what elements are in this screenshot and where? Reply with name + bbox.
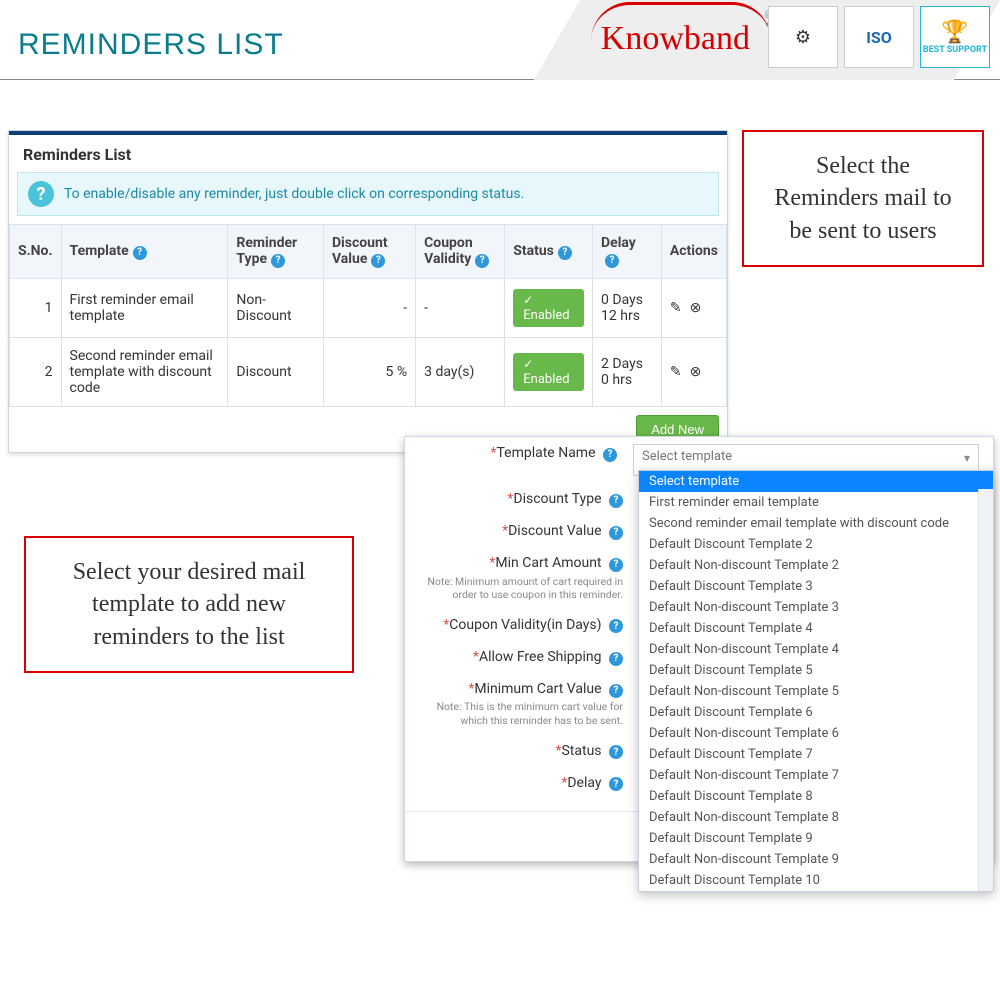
discount-type-label: Discount Type — [513, 491, 601, 507]
dropdown-option[interactable]: Default Discount Template 6 — [639, 702, 993, 723]
scroll-down-icon[interactable]: ▾ — [981, 879, 991, 889]
dropdown-option[interactable]: Default Non-discount Template 9 — [639, 849, 993, 870]
page-title: REMINDERS LIST — [18, 28, 284, 62]
free-shipping-label: Allow Free Shipping — [479, 649, 602, 665]
status-badge[interactable]: Enabled — [513, 289, 584, 327]
help-icon[interactable]: ? — [609, 745, 623, 759]
dropdown-option[interactable]: Second reminder email template with disc… — [639, 513, 993, 534]
help-icon[interactable]: ? — [609, 684, 623, 698]
col-cvalid: Coupon Validity? — [416, 225, 505, 279]
header-badges: ⚙ ISO 🏆 BEST SUPPORT — [768, 6, 990, 68]
status-cell[interactable]: Enabled — [505, 278, 593, 337]
status-cell[interactable]: Enabled — [505, 337, 593, 406]
help-icon[interactable]: ? — [603, 448, 617, 462]
help-icon[interactable]: ? — [271, 254, 285, 268]
support-badge: 🏆 BEST SUPPORT — [920, 6, 990, 68]
info-text: To enable/disable any reminder, just dou… — [64, 186, 524, 202]
dropdown-option[interactable]: Default Non-discount Template 6 — [639, 723, 993, 744]
callout-select-template: Select your desired mail template to add… — [24, 536, 354, 673]
info-bar: ? To enable/disable any reminder, just d… — [17, 172, 719, 216]
dropdown-option[interactable]: Default Discount Template 8 — [639, 786, 993, 807]
actions-cell: ✎ ⊗ — [661, 278, 726, 337]
dropdown-option[interactable]: Default Discount Template 4 — [639, 618, 993, 639]
iso-badge-2: ISO — [844, 6, 914, 68]
brand-logo: Knowband 🛒 — [601, 20, 750, 58]
help-icon[interactable]: ? — [609, 777, 623, 791]
dropdown-option[interactable]: Default Discount Template 9 — [639, 828, 993, 849]
min-cart-label: Min Cart Amount — [495, 555, 601, 571]
scrollbar-thumb[interactable] — [981, 491, 991, 519]
status-label: Status — [561, 743, 601, 759]
dropdown-option[interactable]: Default Non-discount Template 4 — [639, 639, 993, 660]
help-icon[interactable]: ? — [605, 254, 619, 268]
dropdown-option[interactable]: Default Non-discount Template 2 — [639, 555, 993, 576]
dropdown-option[interactable]: Default Discount Template 2 — [639, 534, 993, 555]
delay-label: Delay — [567, 775, 601, 791]
dropdown-option[interactable]: Default Non-discount Template 8 — [639, 807, 993, 828]
col-delay: Delay? — [593, 225, 662, 279]
col-status: Status? — [505, 225, 593, 279]
delete-icon[interactable]: ⊗ — [690, 364, 702, 380]
min-cart-value-label: Minimum Cart Value — [474, 681, 601, 697]
reminders-table: S.No. Template? Reminder Type? Discount … — [9, 224, 727, 407]
help-icon[interactable]: ? — [558, 246, 572, 260]
dropdown-option[interactable]: Default Discount Template 10 — [639, 870, 993, 891]
min-cart-note: Note: Minimum amount of cart required in… — [419, 575, 623, 602]
help-icon[interactable]: ? — [371, 254, 385, 268]
delete-icon[interactable]: ⊗ — [690, 300, 702, 316]
dropdown-option[interactable]: Select template — [639, 471, 993, 492]
panel-title: Reminders List — [9, 135, 727, 172]
dropdown-option[interactable]: Default Non-discount Template 7 — [639, 765, 993, 786]
status-badge[interactable]: Enabled — [513, 353, 584, 391]
brand-text: Knowband — [601, 20, 750, 57]
help-icon[interactable]: ? — [475, 254, 489, 268]
template-dropdown[interactable]: Select templateFirst reminder email temp… — [638, 470, 994, 892]
dropdown-option[interactable]: Default Non-discount Template 3 — [639, 597, 993, 618]
dropdown-option[interactable]: Default Discount Template 3 — [639, 576, 993, 597]
col-actions: Actions — [661, 225, 726, 279]
help-icon[interactable]: ? — [609, 652, 623, 666]
actions-cell: ✎ ⊗ — [661, 337, 726, 406]
dropdown-option[interactable]: Default Non-discount Template 5 — [639, 681, 993, 702]
help-icon[interactable]: ? — [609, 494, 623, 508]
callout-select-reminders: Select the Reminders mail to be sent to … — [742, 130, 984, 267]
dropdown-option[interactable]: Default Discount Template 5 — [639, 660, 993, 681]
table-row: 1 First reminder email template Non-Disc… — [10, 278, 727, 337]
info-icon: ? — [28, 181, 54, 207]
template-name-label: Template Name — [496, 445, 595, 461]
discount-value-label: Discount Value — [508, 523, 601, 539]
reminders-list-panel: Reminders List ? To enable/disable any r… — [8, 130, 728, 453]
dropdown-option[interactable]: First reminder email template — [639, 492, 993, 513]
table-header-row: S.No. Template? Reminder Type? Discount … — [10, 225, 727, 279]
edit-icon[interactable]: ✎ — [670, 364, 682, 380]
col-dval: Discount Value? — [323, 225, 415, 279]
col-template: Template? — [61, 225, 228, 279]
table-row: 2 Second reminder email template with di… — [10, 337, 727, 406]
coupon-validity-label: Coupon Validity(in Days) — [449, 617, 601, 633]
edit-icon[interactable]: ✎ — [670, 300, 682, 316]
help-icon[interactable]: ? — [609, 558, 623, 572]
help-icon[interactable]: ? — [609, 526, 623, 540]
dropdown-option[interactable]: Default Discount Template 7 — [639, 744, 993, 765]
col-sno: S.No. — [10, 225, 62, 279]
col-rtype: Reminder Type? — [228, 225, 324, 279]
page-header: REMINDERS LIST Knowband 🛒 ⚙ ISO 🏆 BEST S… — [0, 0, 1000, 80]
help-icon[interactable]: ? — [609, 619, 623, 633]
help-icon[interactable]: ? — [133, 246, 147, 260]
min-cart-value-note: Note: This is the minimum cart value for… — [419, 700, 623, 727]
iso-badge-1: ⚙ — [768, 6, 838, 68]
